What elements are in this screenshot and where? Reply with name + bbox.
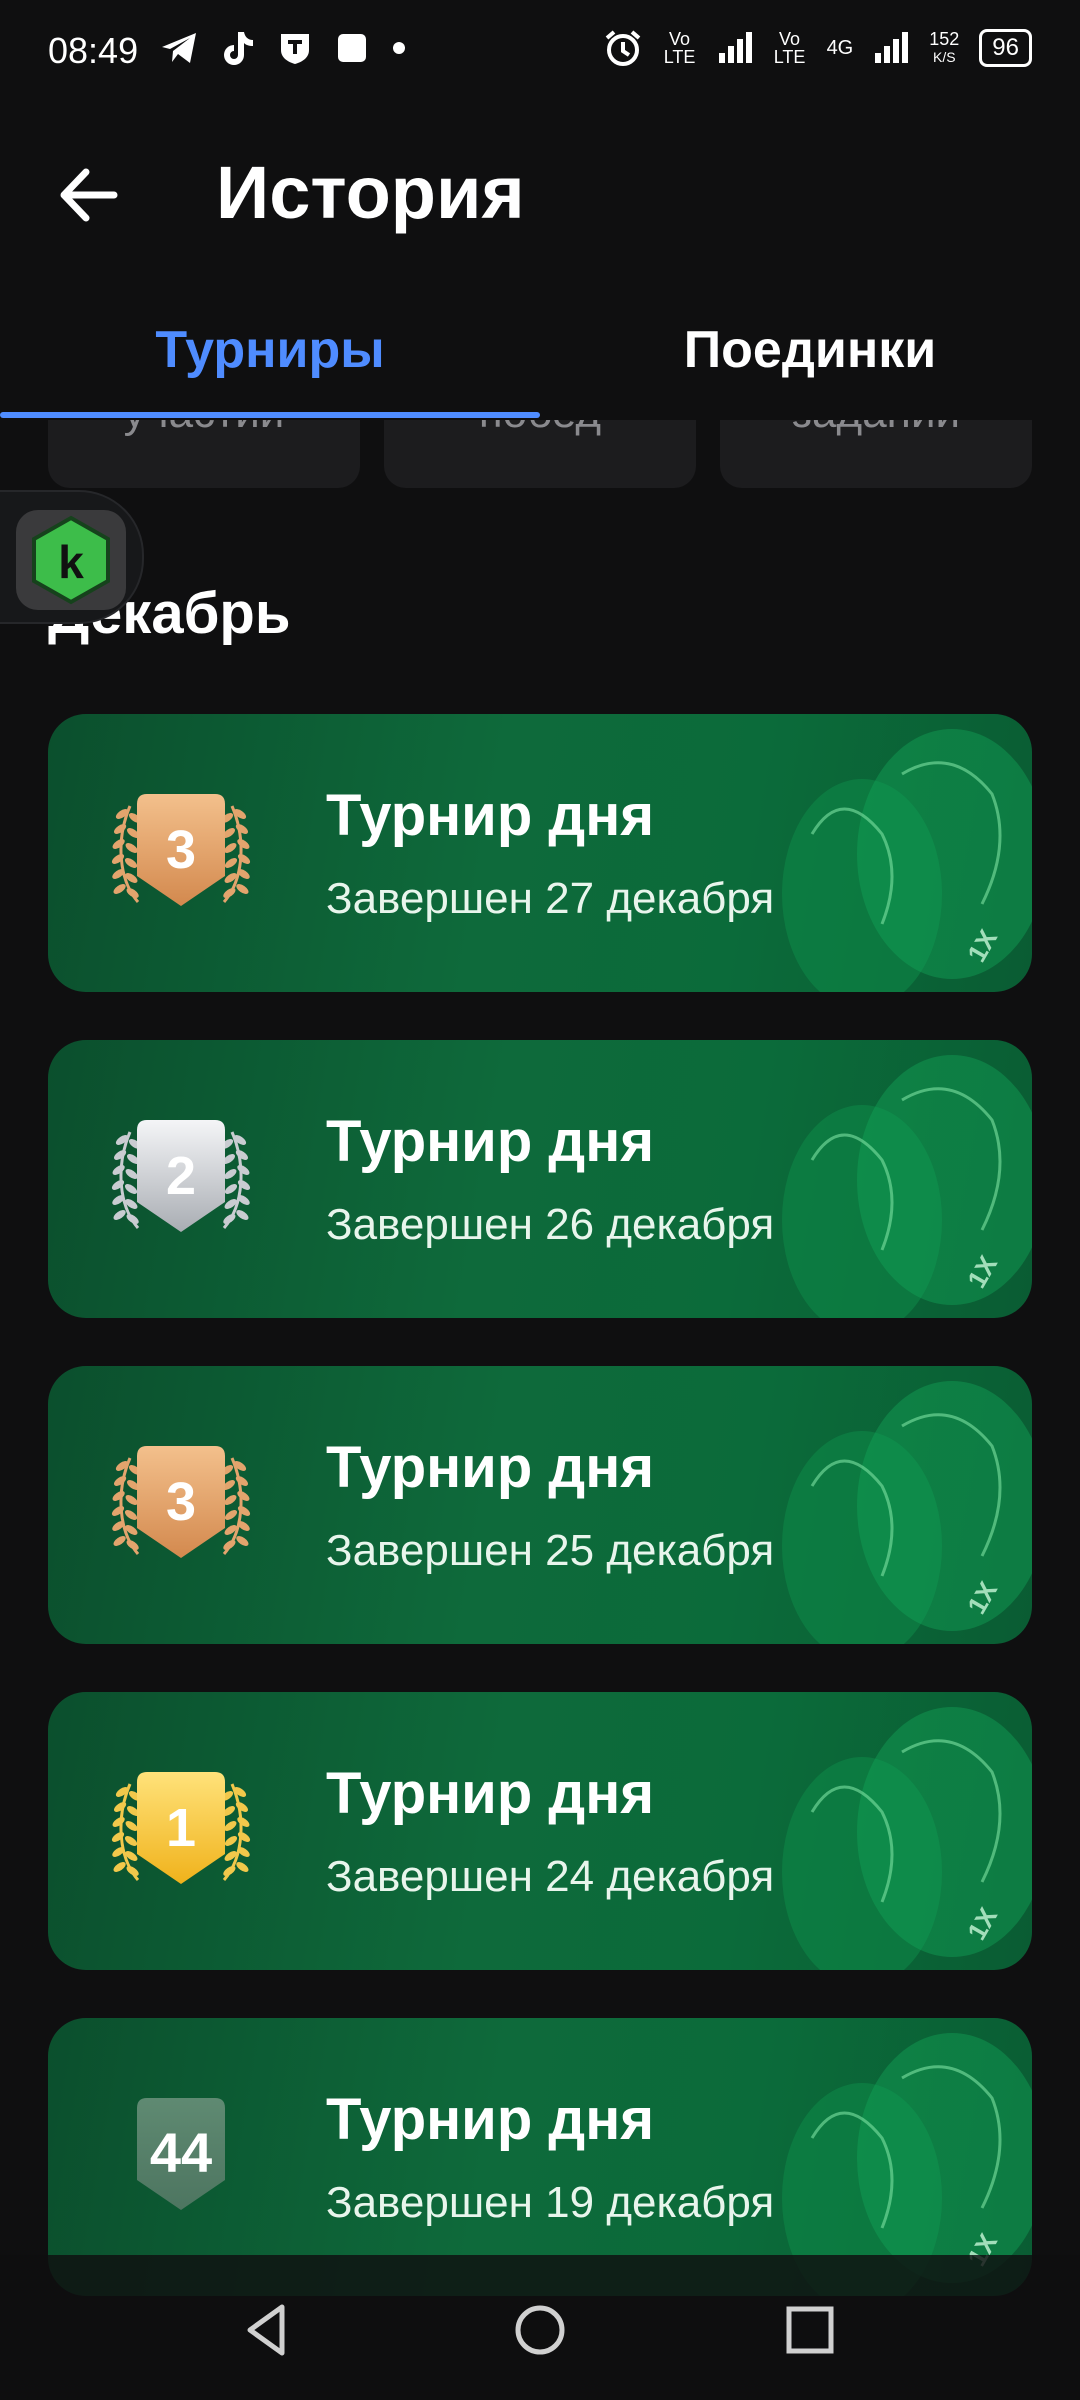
network-type: 4G — [826, 37, 854, 59]
volte-badge-2: Vo LTE — [773, 29, 806, 67]
tournament-finished-date: Завершен 19 декабря — [326, 2178, 775, 2227]
back-arrow-button[interactable] — [52, 160, 122, 230]
bronze-medal-badge: 3 — [111, 1446, 251, 1558]
rank-badge: 44 — [137, 2098, 225, 2210]
status-system-icons: Vo LTE Vo LTE 4G 152 K/S 96 — [603, 28, 1032, 68]
page-title: История — [216, 151, 525, 234]
battery-indicator: 96 — [979, 29, 1032, 67]
rank-number: 44 — [150, 2121, 212, 2184]
tournament-title: Турнир дня — [326, 783, 655, 848]
svg-text:k: k — [58, 536, 84, 588]
tiktok-icon — [224, 32, 253, 65]
home-circle-icon[interactable] — [505, 2295, 575, 2365]
square-app-icon — [338, 34, 366, 62]
tab-tournaments[interactable]: Турниры — [0, 320, 540, 380]
stat-label: заданий — [720, 420, 1032, 438]
gold-medal-badge: 1 — [111, 1772, 251, 1884]
tournament-card[interactable]: 1X 1 Турнир дня Завершен 24 декабря — [48, 1692, 1032, 1970]
tournament-title: Турнир дня — [326, 1435, 655, 1500]
tournament-card[interactable]: 1X 3 Турнир дня Завершен 27 декабря — [48, 714, 1032, 992]
rank-number: 2 — [166, 1146, 196, 1206]
tab-duels[interactable]: Поединки — [540, 320, 1080, 380]
speed-unit: K/S — [932, 49, 956, 65]
tournament-finished-date: Завершен 26 декабря — [326, 1200, 775, 1249]
tournament-finished-date: Завершен 27 декабря — [326, 874, 775, 923]
signal-icon — [718, 32, 752, 63]
status-time: 08:49 — [48, 30, 139, 71]
back-triangle-icon[interactable] — [232, 2295, 302, 2365]
rank-number: 1 — [166, 1798, 196, 1858]
stat-label: участий — [48, 420, 360, 438]
k-hexagon-icon: k — [32, 515, 110, 605]
stat-card-tasks: заданий — [720, 420, 1032, 488]
silver-medal-badge: 2 — [111, 1120, 251, 1232]
stat-label: побед — [384, 420, 696, 438]
tournament-finished-date: Завершен 24 декабря — [326, 1852, 775, 1901]
rank-number: 3 — [166, 1472, 196, 1532]
tournament-title: Турнир дня — [326, 2087, 655, 2152]
speed-value: 152 — [929, 29, 960, 49]
status-bar: 08:49 Vo LTE Vo LTE 4G 152 K/S 96 — [0, 0, 1080, 110]
active-tab-indicator — [0, 412, 540, 418]
network-speed: 152 K/S — [929, 30, 959, 66]
telegram-icon — [162, 33, 196, 63]
tab-bar: Турниры Поединки — [0, 300, 1080, 420]
boxing-glove-art: 1X — [782, 1707, 1032, 1970]
system-navigation-bar — [0, 2255, 1080, 2400]
recents-square-icon[interactable] — [775, 2295, 845, 2365]
shield-app-icon — [281, 34, 309, 64]
rank-number: 3 — [166, 820, 196, 880]
stat-card-participations: участий — [48, 420, 360, 488]
bronze-medal-badge: 3 — [111, 794, 251, 906]
tournament-card[interactable]: 1X 3 Турнир дня Завершен 25 декабря — [48, 1366, 1032, 1644]
signal-icon-2 — [875, 32, 909, 63]
tournament-title: Турнир дня — [326, 1109, 655, 1174]
stats-row: участий побед заданий — [48, 420, 1032, 488]
boxing-glove-art: 1X — [782, 1055, 1032, 1318]
boxing-glove-art: 1X — [782, 729, 1032, 992]
tournament-card[interactable]: 1X 2 Турнир дня Завершен 26 декабря — [48, 1040, 1032, 1318]
alarm-icon — [605, 30, 640, 66]
floating-app-button[interactable]: k — [16, 510, 126, 610]
boxing-glove-art: 1X — [782, 1381, 1032, 1644]
tournament-title: Турнир дня — [326, 1761, 655, 1826]
status-notification-icons — [160, 30, 406, 66]
tournament-finished-date: Завершен 25 декабря — [326, 1526, 775, 1575]
dot-icon — [393, 42, 405, 54]
volte-badge: Vo LTE — [663, 29, 696, 67]
stat-card-wins: побед — [384, 420, 696, 488]
